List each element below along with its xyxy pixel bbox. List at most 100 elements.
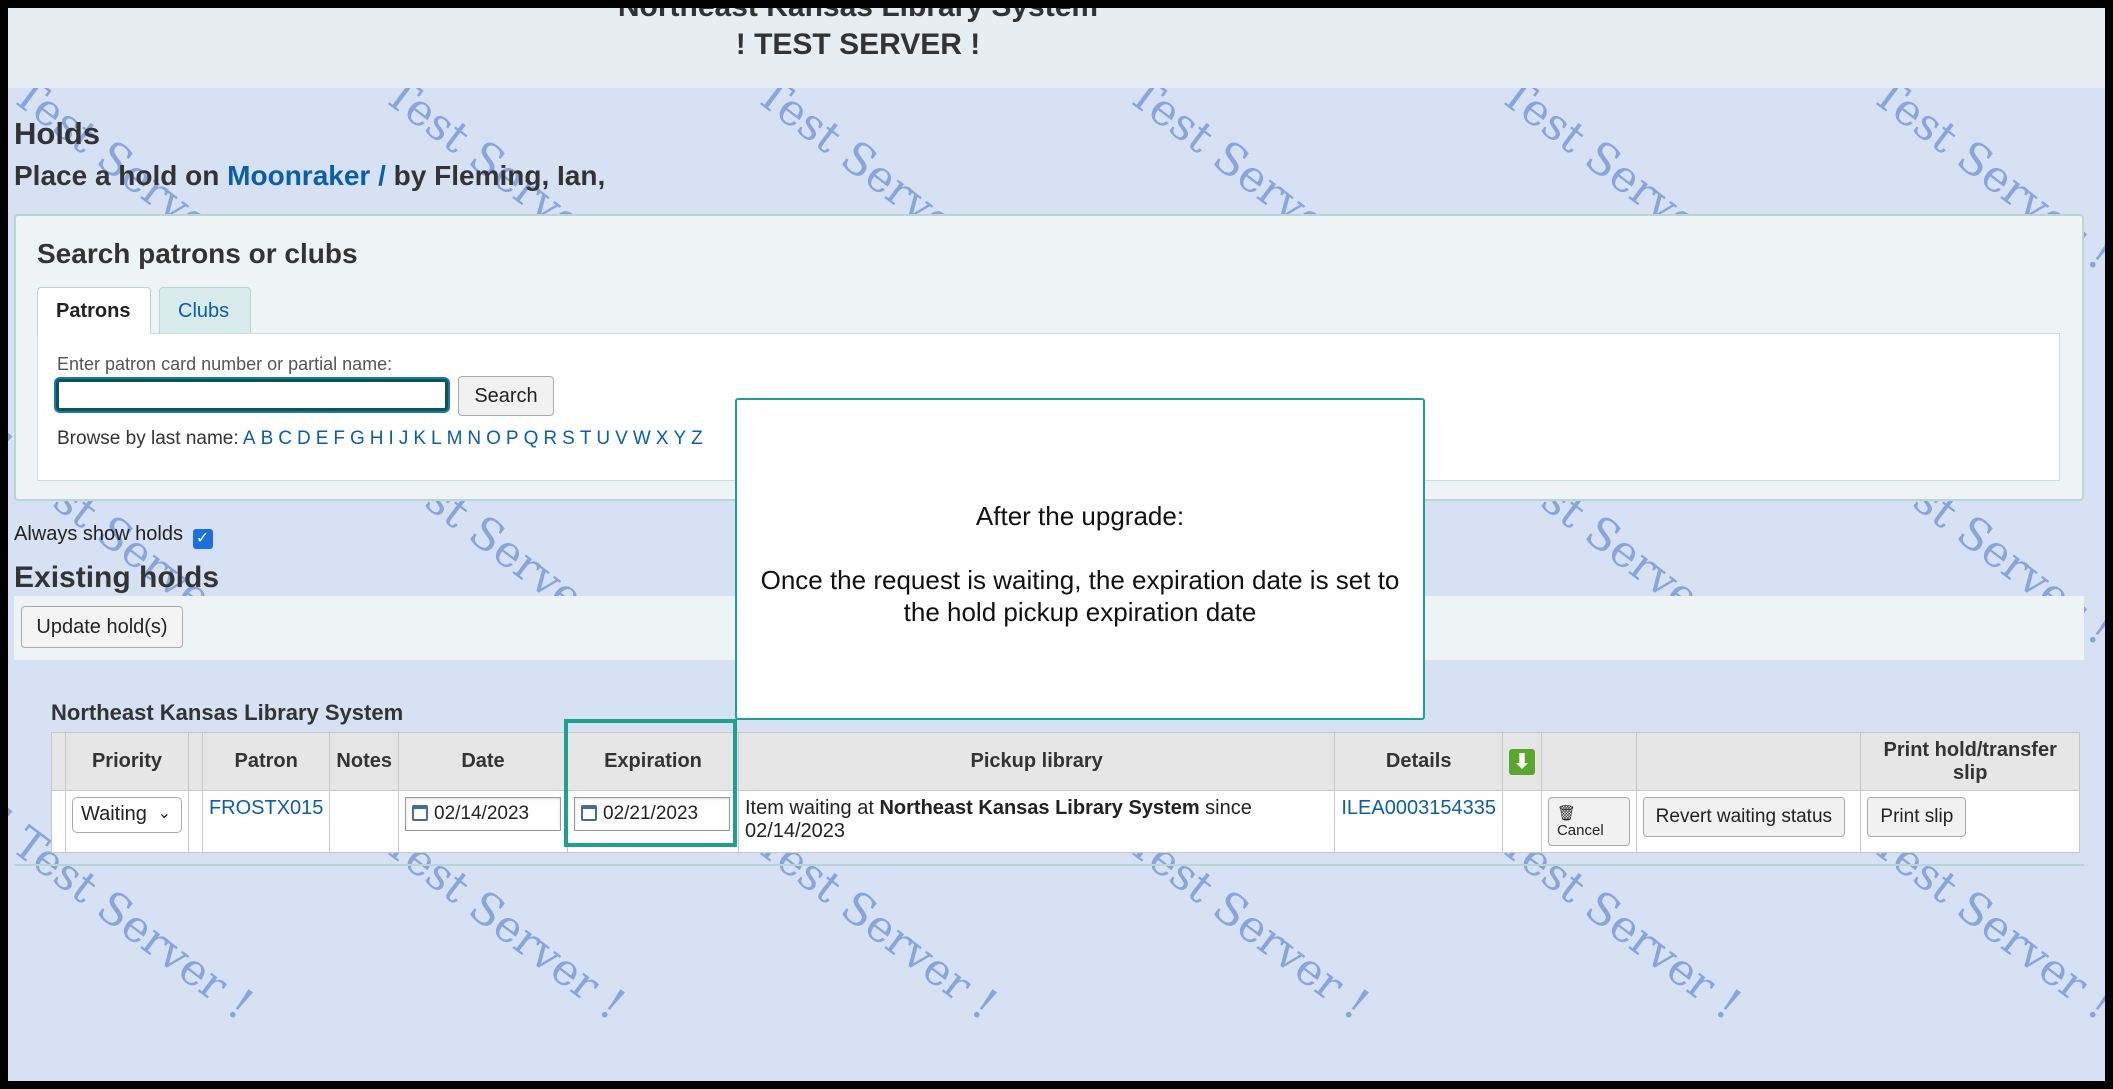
- tab-patrons[interactable]: Patrons: [37, 287, 151, 334]
- header-details: Details: [1334, 732, 1503, 791]
- place-hold-heading: Place a hold on Moonraker / by Fleming, …: [14, 160, 605, 192]
- priority-select-value: Waiting: [80, 803, 147, 825]
- trash-icon: 🗑: [1556, 805, 1577, 822]
- always-show-holds: Always show holds ✓: [14, 523, 213, 549]
- book-title-link[interactable]: Moonraker /: [227, 160, 386, 191]
- letter-link-a[interactable]: A: [243, 428, 256, 449]
- letter-link-e[interactable]: E: [316, 428, 329, 449]
- letter-link-y[interactable]: Y: [673, 428, 686, 449]
- header-expiration: Expiration: [567, 732, 739, 791]
- expiration-cell: 02/21/2023: [567, 790, 739, 853]
- header-cancel: [1540, 732, 1637, 791]
- letter-link-m[interactable]: M: [447, 428, 463, 449]
- pickup-prefix: Item waiting at: [744, 797, 874, 819]
- branch-title: Northeast Kansas Library System: [51, 700, 404, 725]
- patron-cell: FROSTX015: [201, 790, 331, 853]
- book-author: by Fleming, Ian,: [393, 160, 606, 191]
- row-move-cell: [187, 790, 203, 853]
- hold-date-value: 02/14/2023: [434, 803, 530, 824]
- callout-body: Once the request is waiting, the expirat…: [760, 565, 1400, 627]
- letter-link-w[interactable]: W: [633, 428, 651, 449]
- calendar-icon: [581, 805, 597, 821]
- update-holds-button[interactable]: Update hold(s): [21, 606, 183, 648]
- print-slip-cell: Print slip: [1860, 790, 2080, 853]
- search-heading: Search patrons or clubs: [37, 238, 358, 269]
- tab-clubs[interactable]: Clubs: [159, 287, 251, 334]
- header-date: Date: [398, 732, 568, 791]
- always-show-holds-checkbox[interactable]: ✓: [192, 529, 213, 549]
- page-title: Holds: [14, 116, 101, 151]
- header-select: [51, 732, 66, 791]
- notes-cell: [329, 790, 399, 853]
- letter-link-l[interactable]: L: [431, 428, 442, 449]
- expiration-date-field[interactable]: 02/21/2023: [574, 797, 730, 831]
- export-down-arrow-icon[interactable]: ⬇: [1508, 748, 1535, 775]
- letter-link-p[interactable]: P: [506, 428, 519, 449]
- header-notes: Notes: [329, 732, 399, 791]
- priority-cell: Waiting ⌄: [64, 790, 189, 853]
- header-revert: [1635, 732, 1862, 791]
- pickup-library-cell: Item waiting at Northeast Kansas Library…: [737, 790, 1336, 853]
- chevron-down-icon: ⌄: [157, 805, 171, 822]
- header-export[interactable]: ⬇: [1501, 732, 1542, 791]
- letter-link-u[interactable]: U: [596, 428, 610, 449]
- letter-link-f[interactable]: F: [333, 428, 345, 449]
- row-select-cell: [51, 790, 66, 853]
- cancel-label: Cancel: [1556, 822, 1604, 839]
- letter-link-z[interactable]: Z: [691, 428, 703, 449]
- letter-link-c[interactable]: C: [278, 428, 292, 449]
- header-patron: Patron: [201, 732, 331, 791]
- letter-link-r[interactable]: R: [543, 428, 557, 449]
- patron-search-input[interactable]: [56, 379, 448, 411]
- cancel-cell: 🗑 Cancel: [1540, 790, 1637, 853]
- header-pickup-library: Pickup library: [737, 732, 1336, 791]
- expiration-date-value: 02/21/2023: [603, 803, 699, 824]
- browse-by-last-name: Browse by last name: ABCDEFGHIJKLMNOPQRS…: [57, 428, 708, 450]
- header-move: [187, 732, 203, 791]
- library-name: Northeast Kansas Library System: [8, 8, 1708, 24]
- print-slip-button[interactable]: Print slip: [1867, 797, 1967, 837]
- place-hold-prefix: Place a hold on: [14, 160, 220, 191]
- holds-table: Priority Patron Notes Date Expiration Pi…: [51, 732, 2080, 853]
- letter-link-k[interactable]: K: [413, 428, 426, 449]
- pickup-library-name: Northeast Kansas Library System: [879, 797, 1200, 819]
- details-cell: ILEA0003154335: [1334, 790, 1503, 853]
- browse-label: Browse by last name:: [57, 428, 239, 449]
- letter-link-j[interactable]: J: [399, 428, 409, 449]
- letter-link-h[interactable]: H: [370, 428, 384, 449]
- letter-link-g[interactable]: G: [350, 428, 365, 449]
- letter-link-o[interactable]: O: [486, 428, 501, 449]
- site-header: Northeast Kansas Library System ! TEST S…: [8, 8, 2105, 88]
- priority-select[interactable]: Waiting ⌄: [71, 797, 182, 833]
- header-priority: Priority: [64, 732, 189, 791]
- calendar-icon: [412, 805, 428, 821]
- letter-link-s[interactable]: S: [562, 428, 575, 449]
- letter-link-t[interactable]: T: [580, 428, 592, 449]
- letter-links: ABCDEFGHIJKLMNOPQRSTUVWXYZ: [243, 428, 708, 449]
- test-server-banner: ! TEST SERVER !: [735, 28, 981, 61]
- hold-date-field[interactable]: 02/14/2023: [405, 797, 561, 831]
- patron-link[interactable]: FROSTX015: [209, 797, 323, 819]
- export-cell: [1501, 790, 1542, 853]
- holds-table-header: Priority Patron Notes Date Expiration Pi…: [51, 732, 2080, 791]
- revert-waiting-status-button[interactable]: Revert waiting status: [1642, 797, 1846, 837]
- search-button[interactable]: Search: [458, 376, 554, 416]
- always-show-holds-label: Always show holds: [14, 523, 183, 545]
- date-cell: 02/14/2023: [398, 790, 568, 853]
- patron-search-label: Enter patron card number or partial name…: [57, 354, 393, 374]
- letter-link-v[interactable]: V: [615, 428, 628, 449]
- letter-link-n[interactable]: N: [467, 428, 481, 449]
- letter-link-q[interactable]: Q: [524, 428, 539, 449]
- existing-holds-heading: Existing holds: [14, 561, 220, 594]
- table-row: Waiting ⌄ FROSTX015 02/14/2023 02/21/202…: [51, 790, 2080, 853]
- letter-link-d[interactable]: D: [297, 428, 311, 449]
- revert-cell: Revert waiting status: [1635, 790, 1862, 853]
- item-barcode-link[interactable]: ILEA0003154335: [1341, 797, 1496, 819]
- letter-link-x[interactable]: X: [656, 428, 669, 449]
- letter-link-b[interactable]: B: [261, 428, 274, 449]
- letter-link-i[interactable]: I: [389, 428, 394, 449]
- annotation-callout: After the upgrade: Once the request is w…: [735, 398, 1425, 720]
- callout-title: After the upgrade:: [975, 501, 1185, 531]
- cancel-hold-button[interactable]: 🗑 Cancel: [1547, 797, 1630, 846]
- page-frame: ! Test Server !! Test Server !! Test Ser…: [8, 8, 2105, 1081]
